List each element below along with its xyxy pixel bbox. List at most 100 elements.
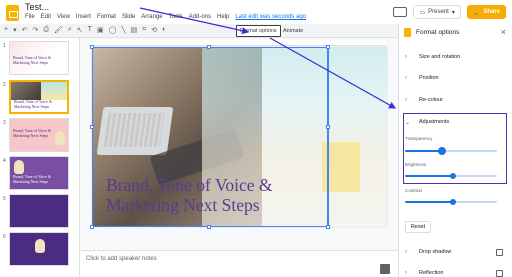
section-adjustments[interactable]: ⌄ Adjustments [399,115,512,129]
drop-shadow-checkbox[interactable] [496,248,503,256]
resize-handle[interactable] [90,225,94,229]
section-label: Adjustments [419,119,450,125]
share-button[interactable]: 🔒 Share [466,5,506,19]
share-label: Share [483,9,500,15]
line-icon[interactable]: ╲ [121,26,125,34]
menu-view[interactable]: View [57,14,70,20]
menu-help[interactable]: Help [217,14,229,20]
menu-tools[interactable]: Tools [169,14,183,20]
present-button[interactable]: ▭ Present ▾ [413,5,461,19]
resize-handle[interactable] [326,125,330,129]
chevron-right-icon: › [405,75,407,81]
lock-icon: 🔒 [472,9,481,16]
section-size-rotation[interactable]: › Size and rotation [399,50,512,64]
tab-format-options[interactable]: Format options [236,25,281,37]
print-icon[interactable]: ⎙ [43,26,49,34]
slider-knob[interactable] [449,173,456,179]
contrast-slider[interactable] [405,199,497,205]
explore-icon[interactable] [380,264,390,274]
reset-button[interactable]: Reset [405,221,431,233]
lightbulb-icon [35,239,45,253]
resize-handle[interactable] [326,225,330,229]
select-icon[interactable]: ↖ [77,26,83,34]
chevron-down-icon[interactable]: ▾ [13,26,17,34]
slide-canvas[interactable]: Brand, Tone of Voice & Marketing Next St… [92,47,387,227]
section-label: Drop shadow [419,249,452,255]
chevron-down-icon[interactable]: ▾ [452,9,455,16]
zoom-icon[interactable]: ⌕ [68,26,72,34]
comment-add-icon[interactable]: ▤ [131,26,138,34]
document-title[interactable]: Test... [25,2,49,12]
resize-handle[interactable] [207,225,211,229]
resize-handle[interactable] [90,45,94,49]
menu-insert[interactable]: Insert [76,14,91,20]
format-options-icon [404,28,411,37]
brightness-label: Brightness [405,162,427,167]
menu-addons[interactable]: Add-ons [189,14,211,20]
slide-filmstrip[interactable]: 1 Brand, Tone of Voice & Marketing Next … [0,38,80,277]
section-recolour[interactable]: › Re-colour [399,93,512,107]
undo-icon[interactable]: ↶ [22,26,28,34]
menu-arrange[interactable]: Arrange [141,14,162,20]
shape-icon[interactable]: ◯ [109,26,117,34]
section-label: Size and rotation [419,54,461,60]
reset-image-icon[interactable]: ⟲ [151,26,157,34]
close-icon[interactable]: × [501,27,506,37]
present-label: Present [428,9,449,15]
slide-thumbnail[interactable] [9,194,69,228]
toolbar-icons: + ▾ ↶ ↷ ⎙ 🖌 ⌕ ↖ T ▣ ◯ ╲ ▤ ⌗ ⟲ ◐ [4,26,166,34]
image-icon[interactable]: ▣ [97,26,104,34]
section-label: Position [419,75,439,81]
slide-number: 5 [3,196,6,202]
chevron-right-icon: › [405,249,407,255]
text-box-icon[interactable]: T [88,26,92,34]
reflection-checkbox[interactable] [496,269,503,277]
section-label: Reflection [419,270,444,276]
speaker-notes[interactable]: Click to add speaker notes [80,250,398,277]
resize-handle[interactable] [326,45,330,49]
slider-knob[interactable] [449,199,456,205]
section-drop-shadow[interactable]: › Drop shadow [399,245,512,259]
slides-editor: Test... File Edit View Insert Format Sli… [0,0,512,277]
resize-handle[interactable] [90,125,94,129]
chevron-right-icon: › [405,54,407,60]
slide-thumbnail[interactable]: Brand, Tone of Voice & Marketing Next St… [9,118,69,152]
slide-thumbnail[interactable]: Brand, Tone of Voice & Marketing Next St… [9,156,69,190]
transparency-slider[interactable] [405,147,497,155]
new-slide-icon[interactable]: + [4,26,8,34]
slide-number: 2 [3,82,6,88]
slide-number: 4 [3,158,6,164]
slide-number: 3 [3,120,6,126]
brightness-slider[interactable] [405,173,497,179]
menu-format[interactable]: Format [97,14,116,20]
slider-fill [405,201,453,203]
slide-thumbnail[interactable] [9,232,69,266]
tab-animate[interactable]: Animate [280,25,306,37]
slide-thumbnail-selected[interactable]: Brand, Tone of Voice & Marketing Next St… [9,80,69,114]
slides-logo-icon[interactable] [6,5,19,21]
thumbnail-title: Brand, Tone of Voice & Marketing Next St… [13,55,52,65]
slider-knob[interactable] [437,147,446,155]
section-position[interactable]: › Position [399,71,512,85]
section-reflection[interactable]: › Reflection [399,266,512,277]
slide-title-line: Marketing Next Steps [106,195,260,215]
contrast-label: Contrast [405,188,423,193]
slide-title-line: Brand, Tone of Voice & [106,175,273,195]
crop-icon[interactable]: ⌗ [142,26,146,34]
last-edit-link[interactable]: Last edit was seconds ago [235,14,306,20]
menu-slide[interactable]: Slide [122,14,135,20]
menu-file[interactable]: File [25,14,35,20]
menu-bar: File Edit View Insert Format Slide Arran… [25,14,306,20]
comments-icon[interactable] [393,7,408,17]
slide-thumbnail[interactable]: Brand, Tone of Voice & Marketing Next St… [9,41,69,75]
thumbnail-image [11,82,41,100]
speaker-notes-placeholder[interactable]: Click to add speaker notes [86,256,157,262]
slide-title[interactable]: Brand, Tone of Voice & Marketing Next St… [106,175,272,215]
redo-icon[interactable]: ↷ [32,26,38,34]
paint-format-icon[interactable]: 🖌 [54,26,63,34]
mask-image-icon[interactable]: ◐ [162,26,166,34]
chevron-down-icon: ⌄ [405,119,411,126]
menu-edit[interactable]: Edit [41,14,51,20]
section-label: Re-colour [419,97,443,103]
resize-handle[interactable] [207,45,211,49]
